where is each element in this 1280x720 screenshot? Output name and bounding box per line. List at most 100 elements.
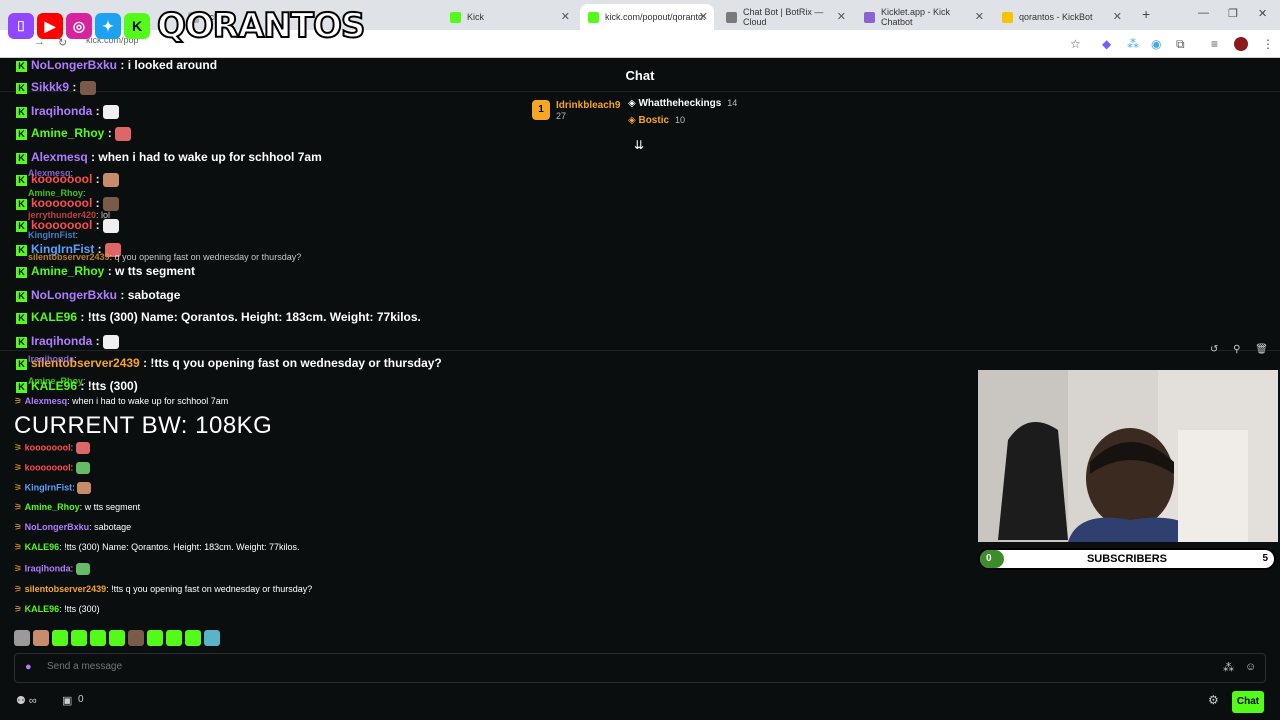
emote-picker-item[interactable]: [204, 630, 220, 646]
chat-username[interactable]: Iraqihonda: [31, 334, 92, 348]
send-message-input[interactable]: [47, 661, 1197, 672]
puzzle-extensions-icon[interactable]: ⧉: [1176, 37, 1185, 52]
gifter-count: 27: [556, 111, 567, 121]
chat-message[interactable]: K Amine_Rhoy :: [16, 126, 132, 141]
bookmark-star-icon[interactable]: ☆: [1070, 37, 1081, 51]
overlay-chat-message: ⚞ Alexmesq: when i had to wake up for sc…: [14, 396, 228, 407]
extension-icon[interactable]: ◆: [1102, 37, 1111, 51]
tab-close-icon[interactable]: ✕: [975, 10, 984, 23]
ghost-text: lol: [101, 210, 111, 220]
overlay-emote: [75, 563, 90, 575]
chat-message[interactable]: K NoLongerBxku : i looked around: [16, 58, 217, 72]
tab-close-icon[interactable]: ✕: [699, 10, 708, 23]
brand-name: QORANTOS: [156, 5, 366, 47]
chat-username[interactable]: NoLongerBxku: [31, 288, 117, 302]
tab-favicon-icon: [450, 11, 461, 23]
undo-icon[interactable]: ↺: [1210, 344, 1218, 355]
audio-extension-icon[interactable]: ◉: [1151, 37, 1161, 51]
chat-username[interactable]: Sikkk9: [31, 80, 69, 94]
chat-message[interactable]: K Iraqihonda :: [16, 334, 120, 349]
chat-separator: :: [104, 264, 116, 278]
browser-tab[interactable]: qorantos - KickBot ✕: [994, 4, 1128, 30]
emote-picker-item[interactable]: [166, 630, 182, 646]
restore-button[interactable]: ❐: [1228, 7, 1238, 20]
chat-username[interactable]: NoLongerBxku: [31, 58, 117, 72]
chat-message[interactable]: K Alexmesq : when i had to wake up for sc…: [16, 150, 322, 164]
chat-message[interactable]: K Sikkk9 :: [16, 80, 96, 95]
expand-chevron-icon[interactable]: ⇊: [634, 138, 644, 152]
emote-picker-item[interactable]: [52, 630, 68, 646]
browser-tab[interactable]: Kicklet.app - Kick Chatbot ✕: [856, 4, 990, 30]
top-gifter[interactable]: 1 Idrinkbleach9 27: [532, 100, 620, 122]
browser-tab[interactable]: kick.com/popout/qorantos ✕: [580, 4, 714, 30]
browser-tab[interactable]: Chat Bot | BotRix — Cloud ✕: [718, 4, 852, 30]
menu-icon[interactable]: ⋮: [1262, 37, 1274, 51]
overlay-emote: [75, 462, 90, 474]
chat-separator: :: [117, 288, 128, 302]
gift-count: 0: [78, 694, 84, 705]
browser-tab[interactable]: Kick ✕: [442, 4, 576, 30]
gifter-count: 10: [675, 115, 686, 125]
emote-picker-item[interactable]: [33, 630, 49, 646]
chat-message[interactable]: K Amine_Rhoy : w tts segment: [16, 264, 195, 278]
pin-icon[interactable]: ⚲: [1233, 344, 1240, 355]
delete-icon[interactable]: 🗑: [1255, 344, 1268, 355]
emote-bar: [14, 630, 220, 646]
emoji-icon[interactable]: ☺: [1245, 661, 1256, 673]
new-tab-button[interactable]: +: [1142, 6, 1150, 22]
tab-label: kick.com/popout/qorantos: [605, 12, 705, 22]
translate-extension-icon[interactable]: ⁂: [1127, 37, 1139, 51]
chat-separator: :: [87, 150, 99, 164]
stream-social-banner: ⌷ ▶ ◎ ✦ K QORANTOS: [8, 4, 366, 48]
settings-gear-icon[interactable]: ⚙: [1208, 693, 1219, 707]
youtube-icon: ▶: [37, 13, 63, 39]
emote-picker-item[interactable]: [14, 630, 30, 646]
tab-close-icon[interactable]: ✕: [1113, 10, 1122, 23]
chat-message[interactable]: K KALE96 : !tts (300) Name: Qorantos. Hei…: [16, 310, 421, 324]
emote-picker-item[interactable]: [147, 630, 163, 646]
kick-badge-icon: K: [16, 199, 27, 210]
microphone-icon[interactable]: ●: [25, 661, 32, 673]
points-icon[interactable]: ⚉ ∞: [16, 694, 37, 707]
top-gifter[interactable]: ◈ Bostic 10: [628, 115, 685, 126]
chat-username[interactable]: koooooool: [31, 196, 92, 210]
ghost-username: Alexmesq: [28, 168, 71, 178]
profile-avatar[interactable]: [1234, 37, 1248, 51]
emote-picker-item[interactable]: [109, 630, 125, 646]
overlay-username: NoLongerBxku: [24, 522, 90, 532]
overlay-badge-icon: ⚞: [14, 542, 25, 552]
translate-icon[interactable]: ⁂: [1223, 661, 1234, 674]
chat-text: !tts q you opening fast on wednesday or …: [150, 356, 442, 370]
emote-picker-item[interactable]: [128, 630, 144, 646]
chat-emote: [103, 196, 119, 211]
subscriber-label: SUBSCRIBERS: [1086, 553, 1168, 565]
webcam-image: [978, 370, 1278, 542]
ghost-separator: :: [75, 230, 79, 240]
gift-icon[interactable]: ▣: [62, 694, 72, 707]
chat-message[interactable]: K NoLongerBxku : sabotage: [16, 288, 180, 302]
overlay-ghost-message: silentobserver2439: q you opening fast o…: [28, 252, 301, 262]
chat-username[interactable]: KALE96: [31, 310, 77, 324]
chat-send-button[interactable]: Chat: [1232, 691, 1264, 713]
reading-list-icon[interactable]: ≡: [1211, 37, 1218, 51]
tab-close-icon[interactable]: ✕: [561, 10, 570, 23]
chat-username[interactable]: Amine_Rhoy: [31, 126, 104, 140]
overlay-badge-icon: ⚞: [14, 584, 25, 594]
top-gifter[interactable]: ◈ Whattheheckings 14: [628, 98, 737, 109]
emote-picker-item[interactable]: [71, 630, 87, 646]
chat-username[interactable]: Amine_Rhoy: [31, 264, 104, 278]
chat-message[interactable]: Kkoooooool :: [16, 196, 119, 211]
tab-close-icon[interactable]: ✕: [837, 10, 846, 23]
subscriber-goal-bar: 0 SUBSCRIBERS 5: [978, 548, 1276, 570]
emote-picker-item[interactable]: [185, 630, 201, 646]
chat-username[interactable]: Alexmesq: [31, 150, 88, 164]
emote-picker-item[interactable]: [90, 630, 106, 646]
chat-message[interactable]: Ksilentobserver2439 : !tts q you opening…: [16, 356, 442, 370]
overlay-username: KALE96: [24, 542, 60, 552]
chat-message[interactable]: K Iraqihonda :: [16, 104, 120, 119]
minimize-button[interactable]: —: [1198, 7, 1209, 19]
pinned-divider: [0, 350, 1280, 351]
kick-badge-icon: K: [16, 291, 27, 302]
chat-username[interactable]: Iraqihonda: [31, 104, 92, 118]
close-window-button[interactable]: ✕: [1258, 7, 1267, 20]
